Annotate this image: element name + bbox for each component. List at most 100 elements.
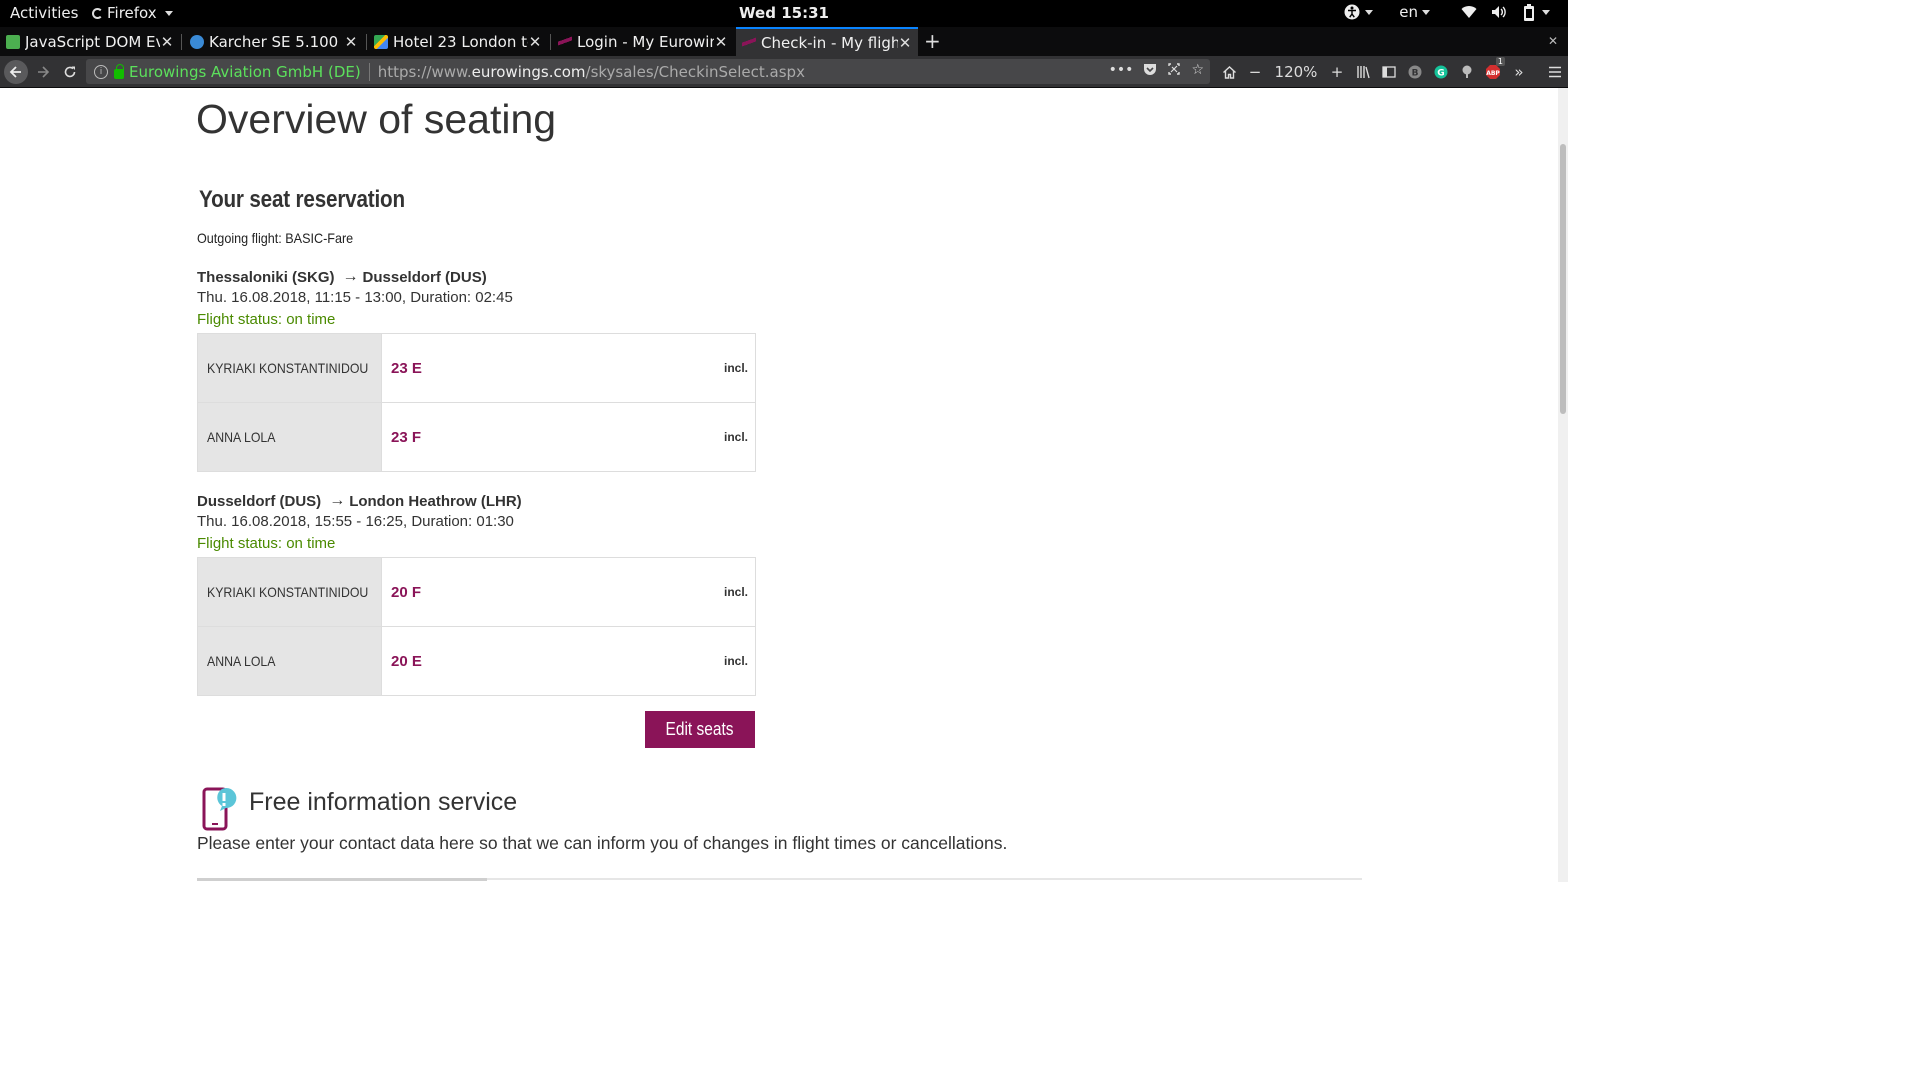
new-tab-button[interactable]: + bbox=[924, 29, 941, 53]
system-top-bar: Activities Firefox Wed 15:31 en bbox=[0, 0, 1568, 27]
seat-number: 20 F bbox=[391, 583, 422, 601]
tab-javascript-dom[interactable]: JavaScript DOM Eve ✕ bbox=[0, 27, 180, 56]
hamburger-menu-icon[interactable] bbox=[1542, 60, 1568, 84]
reload-button[interactable] bbox=[58, 60, 82, 84]
section-title: Your seat reservation bbox=[199, 186, 405, 213]
scrollbar-thumb[interactable] bbox=[1560, 144, 1566, 414]
activities-button[interactable]: Activities bbox=[10, 4, 78, 22]
flight-status: Flight status: on time bbox=[197, 311, 336, 328]
tab-strip: JavaScript DOM Eve ✕ Karcher SE 5.100 (1… bbox=[0, 27, 1568, 56]
origin: Thessaloniki (SKG) bbox=[197, 268, 335, 286]
url-prefix: https://www. bbox=[377, 62, 472, 81]
table-row: ANNA LOLA 20 E incl. bbox=[198, 627, 755, 695]
favicon-icon bbox=[374, 34, 388, 49]
close-tab-icon[interactable]: ✕ bbox=[528, 33, 542, 51]
app-menu-label: Firefox bbox=[107, 4, 157, 22]
chevron-down-icon bbox=[164, 10, 173, 16]
tab-title: Hotel 23 London to bbox=[393, 32, 528, 51]
seat-table: KYRIAKI KONSTANTINIDOU 20 F incl. ANNA L… bbox=[197, 557, 756, 696]
lock-icon[interactable] bbox=[114, 63, 124, 79]
addon-badge: 1 bbox=[1495, 57, 1505, 66]
firefox-icon bbox=[92, 7, 103, 19]
svg-text:G: G bbox=[1437, 69, 1444, 79]
vertical-scrollbar[interactable] bbox=[1558, 88, 1568, 882]
tab-indicator bbox=[197, 878, 487, 881]
screenshot-icon[interactable] bbox=[1167, 62, 1181, 80]
close-window-icon[interactable]: ✕ bbox=[1548, 34, 1558, 48]
close-tab-icon[interactable]: ✕ bbox=[898, 34, 912, 52]
url-path: /skysales/CheckinSelect.aspx bbox=[585, 62, 805, 81]
clock[interactable]: Wed 15:31 bbox=[739, 4, 829, 22]
language-indicator[interactable]: en bbox=[1399, 3, 1418, 21]
forward-button[interactable] bbox=[31, 60, 55, 84]
extension-b-icon[interactable]: B bbox=[1402, 60, 1428, 84]
tab-title: JavaScript DOM Eve bbox=[25, 32, 160, 51]
info-service-text: Please enter your contact data here so t… bbox=[197, 833, 1008, 853]
home-icon[interactable] bbox=[1216, 60, 1242, 84]
tab-login-eurowings[interactable]: Login - My Eurowing ✕ bbox=[552, 27, 734, 56]
flight-status: Flight status: on time bbox=[197, 535, 336, 552]
sidebar-icon[interactable] bbox=[1376, 60, 1402, 84]
flight-segment: Dusseldorf (DUS) → London Heathrow (LHR)… bbox=[197, 491, 757, 696]
table-row: ANNA LOLA 23 F incl. bbox=[198, 403, 755, 471]
url-bar[interactable]: i Eurowings Aviation GmbH (DE) https://w… bbox=[86, 59, 1210, 84]
tab-title: Login - My Eurowing bbox=[577, 32, 714, 51]
favicon-icon bbox=[558, 34, 572, 49]
tab-karcher[interactable]: Karcher SE 5.100 (1 ✕ bbox=[184, 27, 364, 56]
table-row: KYRIAKI KONSTANTINIDOU 23 E incl. bbox=[198, 334, 755, 403]
origin: Dusseldorf (DUS) bbox=[197, 492, 322, 510]
pocket-icon[interactable] bbox=[1143, 62, 1157, 80]
chevron-down-icon bbox=[1542, 9, 1550, 15]
app-menu[interactable]: Firefox bbox=[92, 4, 173, 22]
seat-number: 23 F bbox=[391, 428, 422, 446]
flight-route: Thessaloniki (SKG) → Dusseldorf (DUS) bbox=[197, 267, 757, 287]
favicon-icon bbox=[6, 34, 20, 49]
outgoing-flight-label: Outgoing flight: BASIC-Fare bbox=[197, 230, 354, 246]
site-identity[interactable]: Eurowings Aviation GmbH (DE) bbox=[129, 63, 361, 81]
close-tab-icon[interactable]: ✕ bbox=[714, 33, 728, 51]
seat-number: 20 E bbox=[391, 652, 422, 670]
seat-number: 23 E bbox=[391, 359, 422, 377]
library-icon[interactable] bbox=[1350, 60, 1376, 84]
page-content: Overview of seating Your seat reservatio… bbox=[0, 88, 1558, 882]
overflow-menu-icon[interactable]: » bbox=[1506, 60, 1532, 84]
url-domain: eurowings.com bbox=[471, 62, 586, 81]
flight-route: Dusseldorf (DUS) → London Heathrow (LHR) bbox=[197, 491, 757, 511]
svg-text:ABP: ABP bbox=[1486, 70, 1500, 77]
close-tab-icon[interactable]: ✕ bbox=[344, 33, 358, 51]
zoom-in-button[interactable]: + bbox=[1324, 60, 1350, 84]
system-tray[interactable]: en bbox=[1343, 3, 1550, 21]
passenger-name: ANNA LOLA bbox=[198, 627, 382, 695]
zoom-out-button[interactable]: − bbox=[1242, 60, 1268, 84]
grammarly-icon[interactable]: G bbox=[1428, 60, 1454, 84]
phone-notification-icon bbox=[200, 785, 238, 833]
wifi-icon[interactable] bbox=[1460, 3, 1478, 21]
table-row: KYRIAKI KONSTANTINIDOU 20 F incl. bbox=[198, 558, 755, 627]
battery-icon[interactable] bbox=[1520, 3, 1538, 21]
navigation-toolbar: i Eurowings Aviation GmbH (DE) https://w… bbox=[0, 56, 1568, 87]
flight-times: Thu. 16.08.2018, 11:15 - 13:00, Duration… bbox=[197, 289, 513, 306]
arrow-right-icon: → bbox=[329, 492, 346, 509]
seat-price: incl. bbox=[723, 654, 748, 668]
page-actions-icon[interactable]: ••• bbox=[1109, 62, 1134, 80]
tab-hotel-23[interactable]: Hotel 23 London to ✕ bbox=[368, 27, 548, 56]
bookmark-star-icon[interactable]: ☆ bbox=[1191, 62, 1204, 80]
edit-seats-button[interactable]: Edit seats bbox=[645, 711, 755, 748]
close-tab-icon[interactable]: ✕ bbox=[160, 33, 174, 51]
tab-checkin-active[interactable]: Check-in - My flight ✕ bbox=[736, 27, 918, 56]
seat-table: KYRIAKI KONSTANTINIDOU 23 E incl. ANNA L… bbox=[197, 333, 756, 472]
arrow-right-icon: → bbox=[342, 268, 359, 285]
adblock-icon[interactable]: ABP 1 bbox=[1480, 57, 1506, 84]
back-button[interactable] bbox=[4, 60, 28, 84]
zoom-level[interactable]: 120% bbox=[1268, 63, 1324, 81]
extension-pin-icon[interactable] bbox=[1454, 60, 1480, 84]
volume-icon[interactable] bbox=[1490, 3, 1508, 21]
info-service-title: Free information service bbox=[249, 788, 518, 816]
favicon-icon bbox=[742, 35, 756, 50]
url-text[interactable]: https://www.eurowings.com/skysales/Check… bbox=[378, 63, 805, 81]
info-icon[interactable]: i bbox=[94, 64, 108, 79]
passenger-name: ANNA LOLA bbox=[198, 403, 382, 471]
seat-price: incl. bbox=[723, 430, 748, 444]
accessibility-icon[interactable] bbox=[1343, 3, 1361, 21]
chevron-down-icon bbox=[1422, 9, 1430, 15]
